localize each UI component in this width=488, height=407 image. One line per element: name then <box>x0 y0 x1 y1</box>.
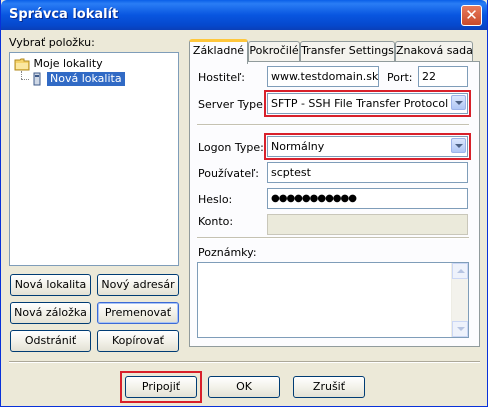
copy-button[interactable]: Kopírovať <box>97 330 179 352</box>
rename-button[interactable]: Premenovať <box>97 302 179 324</box>
scroll-up-icon[interactable] <box>452 263 468 279</box>
title-bar[interactable]: Správca lokalít ✕ <box>1 0 487 30</box>
site-tree[interactable]: Moje lokality Nová lokalita <box>9 52 179 266</box>
separator <box>197 237 469 239</box>
ok-button[interactable]: OK <box>208 376 280 398</box>
logon-type-label: Logon Type: <box>198 141 264 154</box>
site-manager-window: Správca lokalít ✕ Vybrať položku: Moje l… <box>0 0 488 407</box>
account-input <box>267 214 468 235</box>
tree-item-my-sites[interactable]: Moje lokality <box>14 57 103 71</box>
tab-general[interactable]: Základné <box>189 39 248 64</box>
port-label: Port: <box>387 71 413 84</box>
tree-item-label: Moje lokality <box>33 57 103 70</box>
tree-connector <box>21 71 23 79</box>
cancel-button[interactable]: Zrušiť <box>293 376 365 398</box>
notes-textarea[interactable] <box>197 262 469 338</box>
scroll-down-icon[interactable] <box>452 321 468 337</box>
user-input[interactable]: scptest <box>267 162 468 183</box>
select-item-label: Vybrať položku: <box>9 36 95 49</box>
password-label: Heslo: <box>198 193 233 206</box>
computer-icon <box>33 72 41 86</box>
separator <box>197 124 469 126</box>
new-site-button[interactable]: Nová lokalita <box>10 274 91 296</box>
server-type-highlight <box>264 90 471 117</box>
folder-icon <box>14 58 30 71</box>
host-label: Hostiteľ: <box>198 71 246 84</box>
tab-transfer-settings[interactable]: Transfer Settings <box>300 41 395 62</box>
account-label: Konto: <box>198 215 234 228</box>
new-bookmark-button[interactable]: Nová záložka <box>10 302 91 324</box>
tab-advanced[interactable]: Pokročilé <box>248 41 300 62</box>
footer-separator <box>9 361 480 363</box>
new-folder-button[interactable]: Nový adresár <box>97 274 179 296</box>
notes-scrollbar[interactable] <box>451 263 468 337</box>
user-label: Používateľ: <box>198 167 259 180</box>
logon-type-highlight <box>264 133 471 160</box>
server-type-label: Server Type: <box>198 98 267 111</box>
delete-button[interactable]: Odstrániť <box>10 330 91 352</box>
window-title: Správca lokalít <box>9 7 119 22</box>
tree-item-new-site[interactable]: Nová lokalita <box>47 72 125 86</box>
port-input[interactable]: 22 <box>418 66 468 87</box>
tree-connector <box>21 79 29 81</box>
tree-item-label: Nová lokalita <box>50 72 122 85</box>
password-input[interactable]: ●●●●●●●●●●● <box>267 188 468 209</box>
notes-label: Poznámky: <box>198 246 257 259</box>
connect-highlight <box>120 371 202 403</box>
close-icon[interactable]: ✕ <box>461 5 482 26</box>
host-input[interactable]: www.testdomain.sk <box>267 66 379 87</box>
tab-charset[interactable]: Znaková sada <box>395 41 473 62</box>
